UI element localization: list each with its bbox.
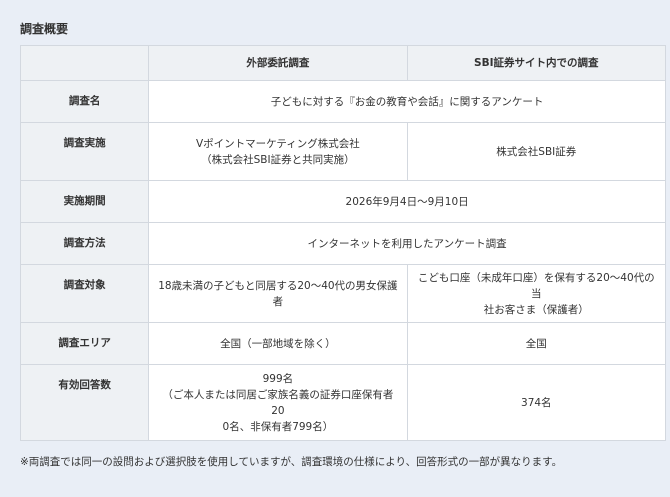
cell-text: インターネットを利用したアンケート調査	[307, 237, 507, 250]
cell-text: （ご本人または同居ご家族名義の証券口座保有者20	[162, 388, 394, 417]
cell-text: （株式会社SBI証券と共同実施）	[201, 153, 355, 166]
cell-text: 374名	[521, 396, 552, 409]
header-external-survey: 外部委託調査	[148, 45, 408, 81]
merged-cell: 2026年9月4日〜9月10日	[148, 180, 666, 223]
merged-cell: 子どもに対する『お金の教育や会話』に関するアンケート	[148, 80, 666, 123]
cell-text: 999名	[262, 372, 294, 385]
merged-cell: インターネットを利用したアンケート調査	[148, 222, 666, 265]
cell-text: こども口座（未成年口座）を保有する20〜40代の当	[417, 271, 655, 300]
survey-overview-section: 調査概要 外部委託調査 SBI証券サイト内での調査 調査名 子どもに対する『お金の…	[0, 0, 670, 497]
sbi-survey-cell: 株式会社SBI証券	[406, 122, 667, 181]
table-row: 調査名 子どもに対する『お金の教育や会話』に関するアンケート	[19, 80, 666, 123]
cell-text: 子どもに対する『お金の教育や会話』に関するアンケート	[270, 95, 544, 108]
cell-text: 全国	[525, 337, 547, 350]
section-title: 調査概要	[20, 22, 69, 36]
row-label: 有効回答数	[19, 364, 150, 441]
survey-table: 外部委託調査 SBI証券サイト内での調査 調査名 子どもに対する『お金の教育や会話…	[19, 45, 667, 441]
external-survey-cell: 18歳未満の子どもと同居する20〜40代の男女保護者	[148, 264, 408, 323]
sbi-survey-cell: 全国	[406, 322, 667, 365]
footnote: ※両調査では同一の設問および選択肢を使用していますが、調査環境の仕様により、回答…	[20, 456, 563, 468]
table-row: 調査エリア 全国（一部地域を除く） 全国	[19, 322, 667, 365]
cell-text: 18歳未満の子どもと同居する20〜40代の男女保護者	[158, 279, 398, 308]
row-label: 実施期間	[19, 180, 150, 223]
cell-text: 2026年9月4日〜9月10日	[345, 195, 469, 208]
table-row: 調査実施 Vポイントマーケティング株式会社 （株式会社SBI証券と共同実施） 株式会社…	[19, 122, 667, 181]
sbi-survey-cell: こども口座（未成年口座）を保有する20〜40代の当社お客さま（保護者）	[406, 264, 667, 323]
cell-text: 0名、非保有者799名）	[222, 420, 334, 433]
row-label: 調査実施	[19, 122, 150, 181]
external-survey-cell: 999名 （ご本人または同居ご家族名義の証券口座保有者20 0名、非保有者799名）	[148, 364, 408, 441]
table-header-row: 外部委託調査 SBI証券サイト内での調査	[19, 45, 667, 81]
row-label: 調査エリア	[19, 322, 150, 365]
table-row: 実施期間 2026年9月4日〜9月10日	[19, 180, 666, 223]
cell-text: 社お客さま（保護者）	[483, 303, 589, 316]
header-empty	[19, 45, 150, 81]
cell-text: Vポイントマーケティング株式会社	[195, 137, 360, 150]
cell-text: 株式会社SBI証券	[496, 145, 577, 158]
row-label: 調査対象	[19, 264, 150, 323]
table-row: 調査方法 インターネットを利用したアンケート調査	[19, 222, 666, 265]
table-body: 調査名 子どもに対する『お金の教育や会話』に関するアンケート 調査実施 Vポイントマー…	[19, 80, 667, 441]
external-survey-cell: Vポイントマーケティング株式会社 （株式会社SBI証券と共同実施）	[148, 122, 408, 181]
row-label: 調査方法	[19, 222, 150, 265]
sbi-survey-cell: 374名	[406, 364, 667, 441]
table-row: 調査対象 18歳未満の子どもと同居する20〜40代の男女保護者 こども口座（未成年口…	[19, 264, 667, 323]
cell-text: 全国（一部地域を除く）	[220, 337, 336, 350]
row-label: 調査名	[19, 80, 150, 123]
table-row: 有効回答数 999名 （ご本人または同居ご家族名義の証券口座保有者20 0名、非保有者…	[19, 364, 667, 441]
external-survey-cell: 全国（一部地域を除く）	[148, 322, 408, 365]
header-sbi-survey: SBI証券サイト内での調査	[406, 45, 667, 81]
